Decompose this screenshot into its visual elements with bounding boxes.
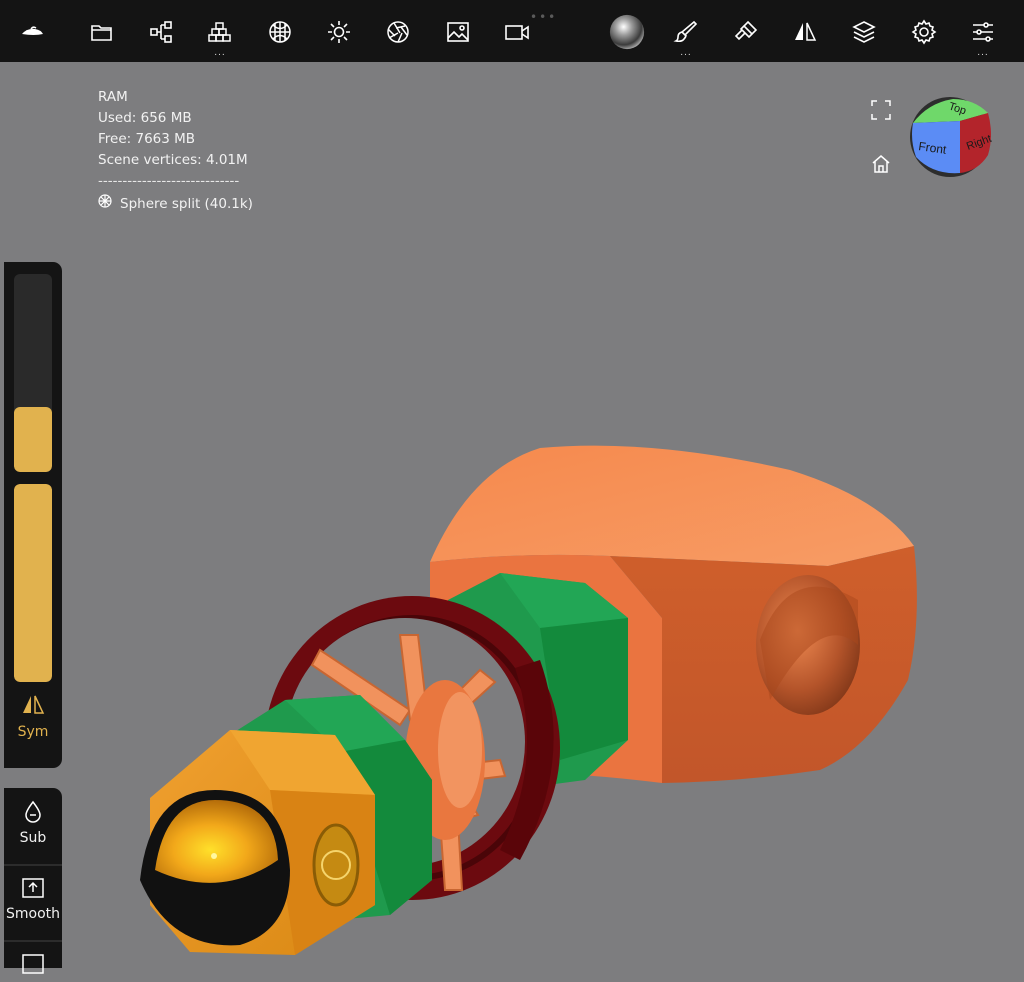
image-tool-icon — [22, 954, 44, 974]
drop-minus-icon — [25, 800, 41, 823]
smooth-icon — [22, 878, 44, 898]
divider — [4, 940, 62, 942]
symmetry-toggle-icon — [23, 695, 45, 714]
layers-icon[interactable] — [844, 12, 884, 52]
symmetry-label: Sym — [17, 724, 49, 740]
top-toolbar: ••• ... ... ... — [0, 0, 1024, 62]
stats-overlay: RAM Used: 656 MB Free: 7663 MB Scene ver… — [98, 87, 253, 215]
next-tool-button[interactable] — [4, 952, 62, 982]
radius-slider-fill — [14, 406, 52, 472]
intensity-slider-fill — [14, 484, 52, 682]
video-icon[interactable] — [497, 12, 537, 52]
ram-used: Used: 656 MB — [98, 110, 192, 126]
image-icon[interactable] — [438, 12, 478, 52]
sub-toggle[interactable]: Sub — [4, 800, 62, 846]
active-tool: Sphere split (40.1k) — [98, 194, 253, 215]
nomad-logo-icon[interactable] — [12, 12, 52, 52]
smooth-toggle[interactable]: Smooth — [4, 876, 62, 922]
active-tool-label: Sphere split (40.1k) — [120, 196, 253, 212]
ram-heading: RAM — [98, 89, 128, 105]
smooth-label: Smooth — [5, 906, 61, 922]
topology-icon[interactable]: ... — [200, 12, 240, 58]
more-options-indicator: ... — [977, 48, 989, 58]
radius-slider[interactable] — [14, 274, 52, 472]
settings-gear-icon[interactable] — [904, 12, 944, 52]
sliders-icon[interactable]: ... — [963, 12, 1003, 58]
left-tool-panel: Sym — [4, 262, 62, 768]
ram-free: Free: 7663 MB — [98, 131, 196, 147]
brush-icon[interactable]: ... — [666, 12, 706, 58]
paint-icon[interactable] — [726, 12, 766, 52]
intensity-slider[interactable] — [14, 484, 52, 682]
left-brush-options: Sub Smooth — [4, 788, 62, 974]
folder-icon[interactable] — [82, 12, 122, 52]
stats-separator: ----------------------------- — [98, 173, 240, 189]
scene-vertices: Scene vertices: 4.01M — [98, 152, 248, 168]
sphere-split-icon — [98, 194, 112, 215]
view-orientation-cube[interactable]: Top Front Right — [908, 95, 992, 179]
material-sphere-icon[interactable] — [260, 12, 300, 52]
symmetry-toggle[interactable]: Sym — [4, 692, 62, 740]
divider — [4, 864, 62, 866]
symmetry-icon[interactable] — [785, 12, 825, 52]
more-options-indicator: ... — [214, 48, 226, 58]
scene-tree-icon[interactable] — [141, 12, 181, 52]
3d-viewport[interactable]: RAM Used: 656 MB Free: 7663 MB Scene ver… — [4, 62, 1024, 963]
light-sun-icon[interactable] — [319, 12, 359, 52]
camera-aperture-icon[interactable] — [378, 12, 418, 52]
fullscreen-icon[interactable] — [870, 99, 892, 121]
home-icon[interactable] — [870, 153, 892, 175]
sub-label: Sub — [19, 830, 47, 846]
more-options-indicator: ... — [680, 48, 692, 58]
matcap-ball-icon[interactable] — [607, 12, 647, 52]
